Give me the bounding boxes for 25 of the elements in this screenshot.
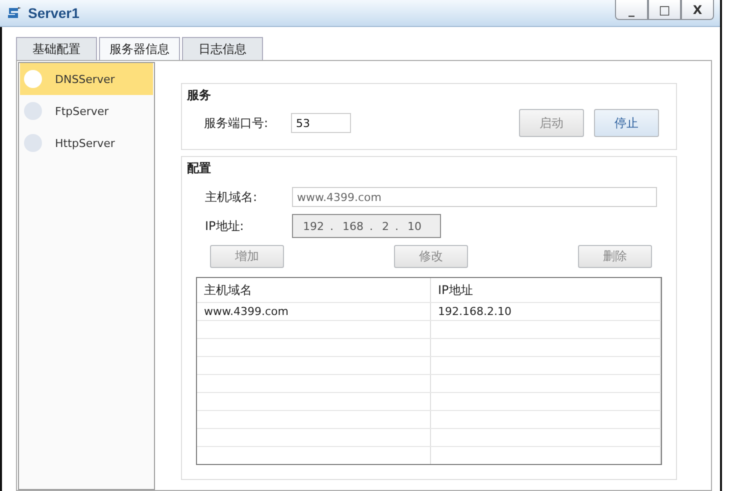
- tab[interactable]: 服务器信息: [99, 37, 180, 60]
- window-control-button[interactable]: □: [648, 0, 681, 20]
- window-title: Server1: [28, 5, 80, 21]
- table-cell: 192.168.2.10: [431, 303, 661, 320]
- service-button[interactable]: 停止: [594, 109, 659, 137]
- ip-field[interactable]: 192 . 168 . 2 . 10: [292, 214, 441, 238]
- port-field[interactable]: 53: [291, 113, 351, 133]
- column-header: IP地址: [431, 278, 661, 302]
- service-item[interactable]: FtpServer: [20, 95, 153, 127]
- service-item[interactable]: DNSServer: [20, 63, 153, 95]
- host-field[interactable]: www.4399.com: [292, 187, 657, 207]
- window-control-button[interactable]: X: [681, 0, 714, 20]
- tab[interactable]: 基础配置: [16, 37, 97, 60]
- service-item[interactable]: HttpServer: [20, 127, 153, 159]
- port-label: 服务端口号:: [204, 114, 270, 132]
- tab[interactable]: 日志信息: [182, 37, 263, 60]
- circle-icon: [24, 102, 42, 120]
- ip-label: IP地址:: [205, 218, 245, 234]
- table-cell: www.4399.com: [197, 303, 431, 320]
- circle-icon: [24, 70, 42, 88]
- column-header: 主机域名: [197, 278, 431, 302]
- window-control-button[interactable]: _: [615, 0, 648, 20]
- host-label: 主机域名:: [205, 188, 258, 206]
- circle-icon: [24, 134, 42, 152]
- server-icon: [6, 5, 22, 21]
